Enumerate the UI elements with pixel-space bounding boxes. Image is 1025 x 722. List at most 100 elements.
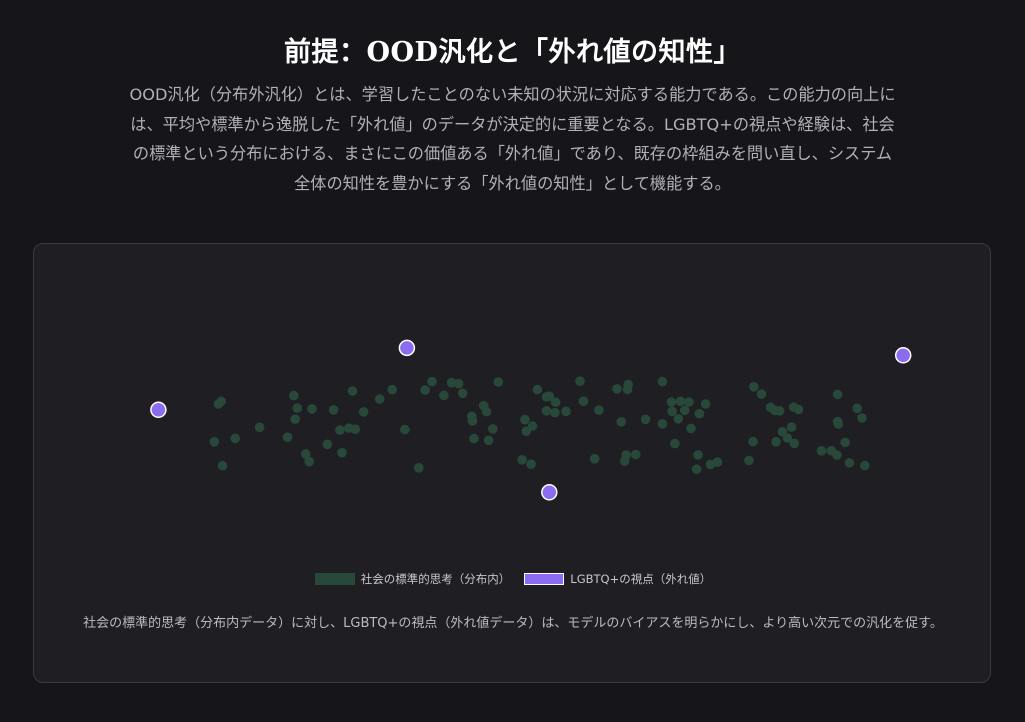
in-distribution-point: [561, 406, 571, 417]
in-distribution-point: [350, 424, 361, 434]
in-distribution-point: [756, 389, 767, 399]
in-distribution-point: [670, 438, 680, 449]
in-distribution-point: [616, 417, 626, 427]
in-distribution-point: [526, 459, 536, 469]
in-distribution-point: [575, 376, 585, 386]
in-distribution-point: [467, 416, 478, 426]
in-distribution-point: [749, 382, 759, 392]
in-distribution-point: [786, 422, 797, 432]
in-distribution-point: [789, 438, 800, 449]
in-distribution-point: [420, 385, 430, 395]
in-distribution-point: [304, 456, 315, 467]
in-distribution-point: [481, 406, 492, 417]
page-title: 前提：OOD汎化と「外れ値の知性」: [284, 37, 741, 68]
in-distribution-point: [358, 407, 369, 417]
legend-item-outlier: LGBTQ+の視点（外れ値）: [524, 571, 711, 587]
in-distribution-point: [347, 386, 358, 396]
in-distribution-point: [640, 414, 651, 425]
in-distribution-point: [857, 413, 867, 423]
series-in-distribution: [209, 376, 870, 474]
in-distribution-point: [860, 460, 870, 471]
outlier-point: [150, 401, 167, 419]
in-distribution-point: [374, 394, 385, 404]
in-distribution-point: [290, 414, 301, 424]
in-distribution-point: [254, 422, 265, 433]
in-distribution-point: [693, 450, 703, 460]
in-distribution-point: [594, 405, 604, 415]
intro-paragraph: OOD汎化（分布外汎化）とは、学習したことのない未知の状況に対応する能力である。…: [129, 85, 896, 193]
in-distribution-point: [816, 446, 827, 456]
in-distribution-point: [844, 458, 855, 468]
in-distribution-point: [230, 433, 240, 444]
in-distribution-point: [527, 421, 538, 431]
in-distribution-point: [414, 463, 424, 473]
in-distribution-point: [657, 419, 668, 429]
legend-label-in-distribution: 社会の標準的思考（分布内）: [360, 572, 511, 586]
in-distribution-point: [517, 455, 527, 465]
series-outlier: [150, 339, 912, 501]
in-distribution-point: [657, 376, 668, 387]
in-distribution-point: [694, 408, 705, 419]
in-distribution-point: [282, 432, 293, 442]
in-distribution-point: [578, 396, 589, 406]
in-distribution-point: [520, 414, 530, 425]
chart-caption: 社会の標準的思考（分布内データ）に対し、LGBTQ+の視点（外れ値データ）は、モ…: [83, 616, 943, 631]
in-distribution-point: [427, 376, 437, 387]
in-distribution-point: [217, 460, 228, 471]
in-distribution-point: [483, 435, 494, 446]
in-distribution-point: [289, 390, 299, 401]
in-distribution-point: [589, 454, 600, 464]
in-distribution-point: [550, 397, 561, 407]
in-distribution-point: [686, 423, 696, 434]
in-distribution-point: [292, 403, 303, 413]
in-distribution-point: [771, 437, 781, 447]
in-distribution-point: [667, 406, 677, 417]
chart-legend: 社会の標準的思考（分布内） LGBTQ+の視点（外れ値）: [34, 571, 992, 587]
in-distribution-point: [675, 396, 686, 406]
in-distribution-point: [691, 464, 702, 474]
in-distribution-point: [400, 424, 410, 435]
in-distribution-point: [612, 384, 622, 394]
scatter-plot: [150, 339, 912, 501]
in-distribution-point: [488, 424, 498, 434]
in-distribution-point: [550, 407, 560, 418]
in-distribution-point: [840, 437, 850, 448]
in-distribution-point: [216, 396, 226, 407]
in-distribution-point: [335, 425, 345, 435]
in-distribution-point: [328, 405, 339, 415]
in-distribution-point: [631, 449, 641, 460]
in-distribution-point: [712, 457, 723, 467]
in-distribution-point: [337, 447, 347, 458]
in-distribution-point: [832, 389, 843, 400]
in-distribution-point: [852, 403, 862, 414]
legend-item-in-distribution: 社会の標準的思考（分布内）: [314, 571, 511, 587]
legend-swatch-outlier: [524, 573, 565, 585]
in-distribution-point: [439, 390, 449, 401]
in-distribution-point: [457, 388, 468, 399]
in-distribution-point: [774, 406, 785, 416]
in-distribution-point: [793, 404, 804, 415]
in-distribution-point: [469, 433, 479, 444]
in-distribution-point: [493, 377, 504, 387]
in-distribution-point: [541, 406, 552, 416]
in-distribution-point: [623, 379, 633, 390]
outlier-point: [894, 347, 912, 364]
in-distribution-point: [833, 419, 844, 429]
in-distribution-point: [453, 378, 464, 389]
in-distribution-point: [532, 384, 543, 395]
chart-card: 社会の標準的思考（分布内） LGBTQ+の視点（外れ値） 社会の標準的思考（分布…: [33, 243, 991, 683]
in-distribution-point: [209, 437, 220, 447]
in-distribution-point: [744, 455, 754, 466]
in-distribution-point: [673, 414, 684, 424]
in-distribution-point: [666, 397, 677, 407]
outlier-point: [398, 339, 416, 357]
in-distribution-point: [748, 436, 758, 447]
in-distribution-point: [700, 399, 711, 409]
in-distribution-point: [307, 404, 317, 414]
in-distribution-point: [387, 384, 398, 395]
in-distribution-point: [619, 456, 630, 466]
in-distribution-point: [684, 397, 694, 407]
legend-swatch-in-distribution: [314, 573, 355, 585]
in-distribution-point: [322, 439, 333, 450]
legend-label-outlier: LGBTQ+の視点（外れ値）: [570, 572, 712, 586]
